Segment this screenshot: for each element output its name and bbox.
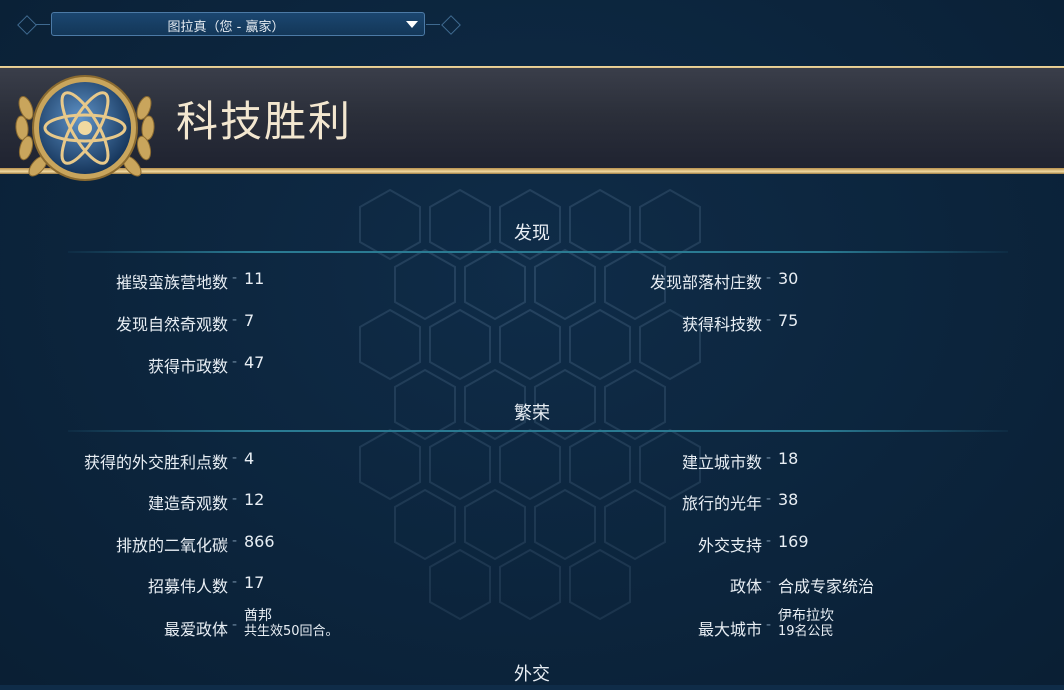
stat-label-co2: 排放的二氧化碳 — [115, 536, 228, 555]
stat-separator: - — [766, 617, 772, 633]
stat-value-civics-gained: 47 — [244, 353, 265, 372]
stat-value-camps-destroyed: 11 — [244, 269, 265, 288]
section-title-discovery: 发现 — [514, 223, 550, 244]
atom-laurel-icon — [15, 75, 155, 181]
stat-separator: - — [232, 617, 238, 633]
stat-label-villages-found: 发现部落村庄数 — [649, 273, 762, 292]
stat-value-techs-gained: 75 — [778, 311, 799, 330]
stat-label-diplo-favor: 外交支持 — [697, 536, 762, 555]
top-bar: 图拉真（您 - 赢家） — [0, 0, 1064, 52]
stat-sub-largest-city: 19名公民 — [778, 624, 834, 639]
stat-separator: - — [232, 270, 238, 286]
stat-separator: - — [766, 574, 772, 590]
section-title-diplomacy: 外交 — [514, 664, 550, 685]
ornament-line — [426, 24, 440, 25]
stat-separator: - — [766, 270, 772, 286]
player-selector-label: 图拉真（您 - 赢家） — [167, 20, 285, 35]
stat-separator: - — [232, 533, 238, 549]
stat-value-wonders-built: 12 — [244, 490, 265, 509]
section-divider — [68, 430, 1008, 432]
stat-value-co2: 866 — [244, 532, 275, 551]
stat-separator: - — [766, 491, 772, 507]
stat-separator: - — [232, 312, 238, 328]
ornament-line — [36, 24, 50, 25]
stat-label-wonders-built: 建造奇观数 — [147, 494, 228, 513]
stat-label-camps-destroyed: 摧毁蛮族营地数 — [115, 273, 228, 292]
stat-label-wonders-found: 发现自然奇观数 — [115, 315, 228, 334]
stat-value-villages-found: 30 — [778, 269, 799, 288]
stat-label-civics-gained: 获得市政数 — [147, 357, 228, 376]
stat-value-largest-city: 伊布拉坎 — [778, 608, 834, 624]
stat-separator: - — [766, 533, 772, 549]
stat-label-cities-founded: 建立城市数 — [681, 453, 762, 472]
diamond-ornament-icon — [441, 15, 461, 35]
dropdown-arrow-icon — [406, 21, 418, 28]
stat-label-diplo-points: 获得的外交胜利点数 — [83, 453, 228, 472]
stat-label-techs-gained: 获得科技数 — [681, 315, 762, 334]
stat-separator: - — [232, 574, 238, 590]
stat-value-wonders-found: 7 — [244, 311, 255, 330]
stat-separator: - — [232, 450, 238, 466]
stat-value-government: 合成专家统治 — [778, 577, 875, 596]
stat-label-government: 政体 — [729, 577, 762, 596]
diamond-ornament-icon — [17, 15, 37, 35]
stat-separator: - — [232, 491, 238, 507]
section-title-prosperity: 繁荣 — [514, 403, 550, 424]
stat-label-light-years: 旅行的光年 — [681, 494, 762, 513]
stat-sub-fav-government: 共生效50回合。 — [244, 624, 339, 639]
stat-label-largest-city: 最大城市 — [697, 620, 762, 639]
stat-value-cities-founded: 18 — [778, 449, 799, 468]
stat-separator: - — [766, 450, 772, 466]
player-selector-dropdown[interactable]: 图拉真（您 - 赢家） — [51, 12, 425, 36]
stat-value-fav-government: 酋邦 — [244, 608, 272, 624]
stat-label-great-people: 招募伟人数 — [147, 577, 228, 596]
stat-value-light-years: 38 — [778, 490, 799, 509]
stat-separator: - — [232, 354, 238, 370]
section-divider — [68, 251, 1008, 253]
stat-label-fav-government: 最爱政体 — [163, 620, 228, 639]
stat-separator: - — [766, 312, 772, 328]
stat-value-great-people: 17 — [244, 573, 265, 592]
stat-value-diplo-points: 4 — [244, 449, 255, 468]
stat-value-diplo-favor: 169 — [778, 532, 809, 551]
victory-title: 科技胜利 — [176, 97, 353, 146]
